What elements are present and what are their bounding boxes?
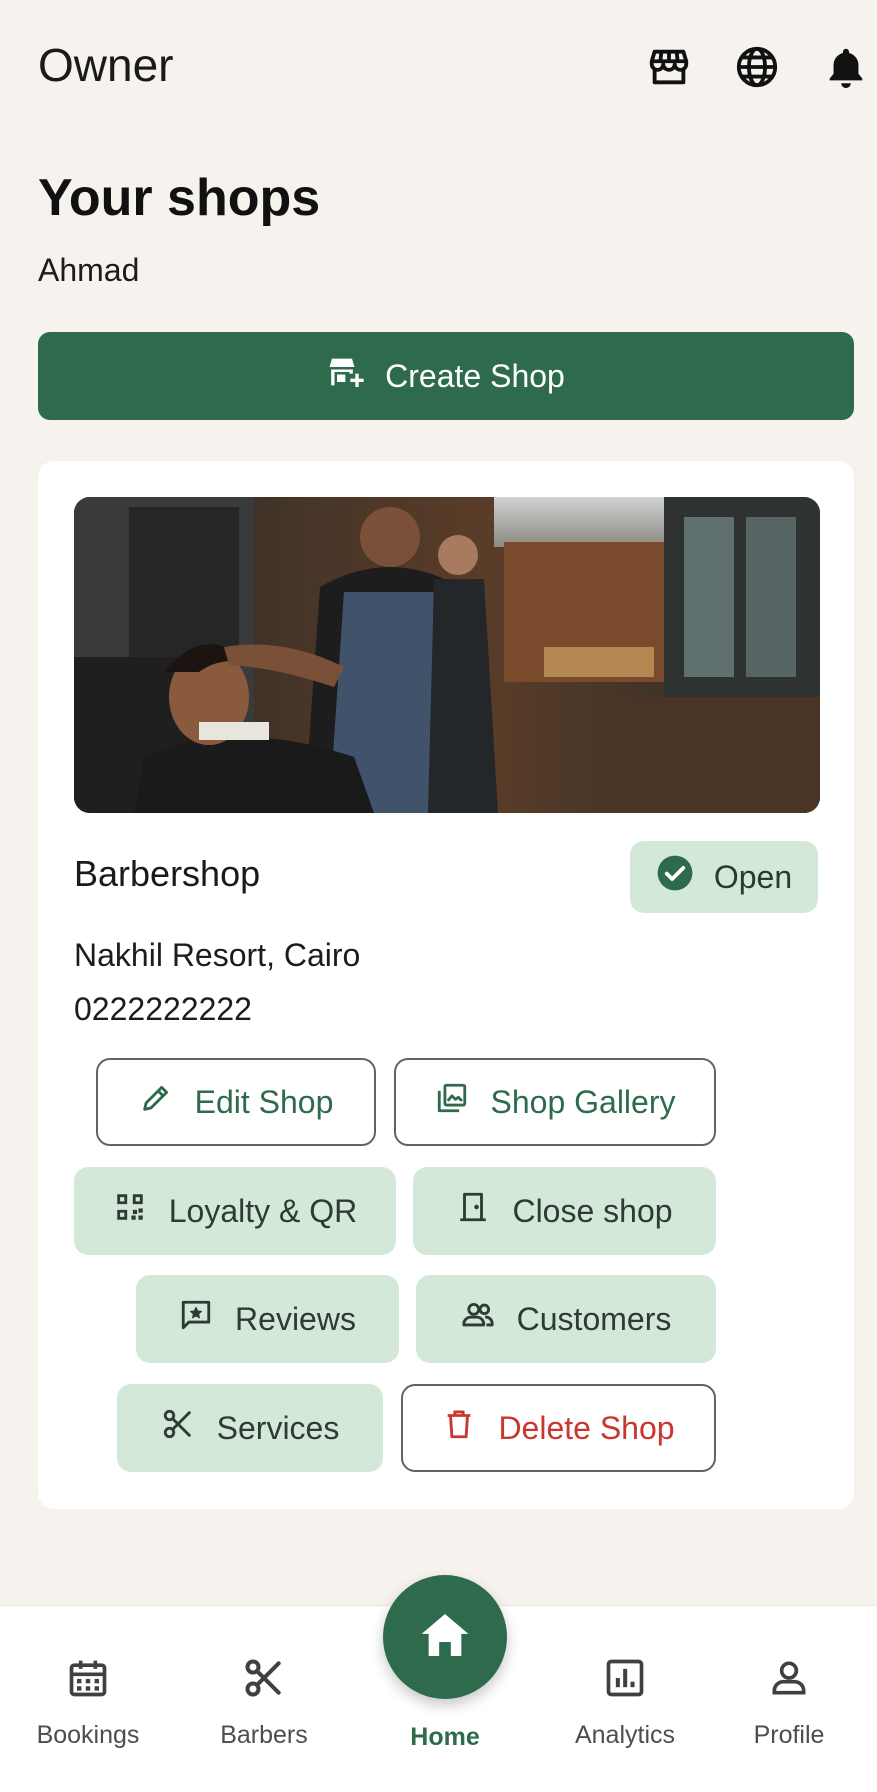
services-label: Services bbox=[216, 1409, 340, 1446]
nav-label-bookings: Bookings bbox=[36, 1721, 140, 1749]
shop-phone: 0222222222 bbox=[74, 991, 252, 1027]
storefront-icon[interactable] bbox=[644, 42, 694, 92]
nav-item-analytics[interactable]: Analytics bbox=[550, 1656, 700, 1750]
services-button[interactable]: Services bbox=[117, 1384, 383, 1472]
app-title: Owner bbox=[38, 39, 174, 91]
customers-button[interactable]: Customers bbox=[416, 1275, 716, 1363]
calendar-icon bbox=[66, 1656, 110, 1705]
scissors-icon bbox=[242, 1656, 286, 1705]
home-fab-button[interactable] bbox=[383, 1575, 507, 1699]
gallery-icon bbox=[435, 1081, 469, 1123]
app-bar: Owner bbox=[0, 0, 877, 130]
people-icon bbox=[461, 1298, 495, 1340]
loyalty-qr-button[interactable]: Loyalty & QR bbox=[74, 1167, 396, 1255]
close-shop-label: Close shop bbox=[512, 1192, 673, 1229]
qr-code-icon bbox=[113, 1190, 147, 1232]
customers-label: Customers bbox=[516, 1300, 672, 1337]
nav-item-barbers[interactable]: Barbers bbox=[189, 1656, 339, 1750]
scissors-icon bbox=[161, 1407, 195, 1449]
person-icon bbox=[767, 1656, 811, 1705]
edit-shop-button[interactable]: Edit Shop bbox=[96, 1058, 376, 1146]
globe-icon[interactable] bbox=[732, 42, 782, 92]
trash-icon bbox=[442, 1407, 476, 1449]
home-icon bbox=[417, 1607, 473, 1668]
analytics-icon bbox=[603, 1656, 647, 1705]
loyalty-qr-label: Loyalty & QR bbox=[168, 1192, 358, 1229]
nav-label-barbers: Barbers bbox=[220, 1721, 308, 1749]
nav-label-profile: Profile bbox=[753, 1721, 825, 1749]
page-heading: Your shops bbox=[38, 169, 321, 227]
status-label: Open bbox=[713, 858, 793, 895]
shop-name: Barbershop bbox=[74, 853, 261, 894]
reviews-label: Reviews bbox=[235, 1300, 356, 1337]
nav-label-analytics: Analytics bbox=[574, 1721, 676, 1749]
check-circle-icon bbox=[656, 854, 694, 900]
pencil-icon bbox=[139, 1081, 173, 1123]
shop-gallery-button[interactable]: Shop Gallery bbox=[394, 1058, 716, 1146]
create-shop-button[interactable]: Create Shop bbox=[38, 332, 854, 420]
door-icon bbox=[456, 1190, 490, 1232]
create-shop-label: Create Shop bbox=[385, 357, 565, 394]
status-badge: Open bbox=[630, 841, 818, 913]
delete-shop-label: Delete Shop bbox=[498, 1409, 675, 1446]
add-business-icon bbox=[327, 352, 367, 400]
shop-card: Barbershop Open Nakhil Resort, Cairo 022… bbox=[38, 461, 854, 1509]
reviews-button[interactable]: Reviews bbox=[136, 1275, 399, 1363]
close-shop-button[interactable]: Close shop bbox=[413, 1167, 716, 1255]
edit-shop-label: Edit Shop bbox=[194, 1083, 334, 1120]
owner-name: Ahmad bbox=[38, 252, 140, 288]
nav-item-profile[interactable]: Profile bbox=[714, 1656, 864, 1750]
bell-icon[interactable] bbox=[821, 42, 871, 92]
shop-address: Nakhil Resort, Cairo bbox=[74, 937, 361, 973]
delete-shop-button[interactable]: Delete Shop bbox=[401, 1384, 716, 1472]
shop-photo bbox=[74, 497, 820, 813]
nav-label-home: Home bbox=[410, 1723, 480, 1751]
review-icon bbox=[179, 1298, 213, 1340]
nav-item-bookings[interactable]: Bookings bbox=[13, 1656, 163, 1750]
shop-gallery-label: Shop Gallery bbox=[490, 1083, 676, 1120]
